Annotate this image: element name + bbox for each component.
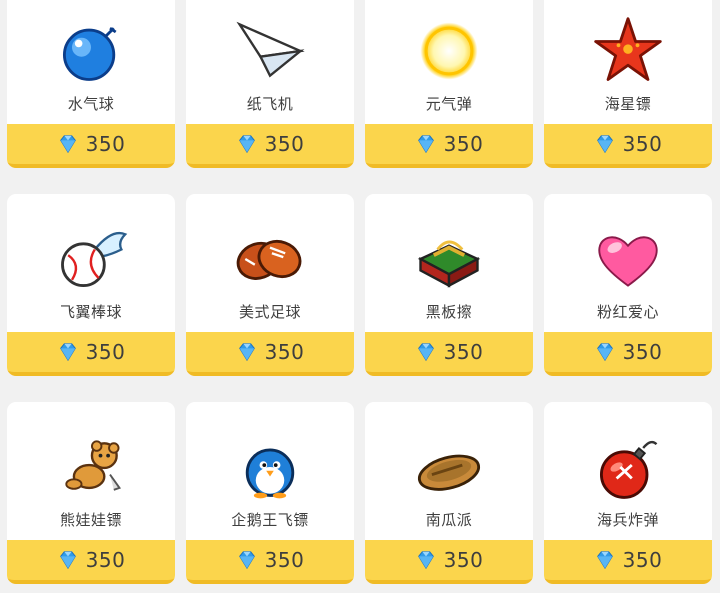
diamond-gem-icon [59,551,76,570]
item-price: 350 [85,548,126,573]
item-name: 元气弹 [425,94,473,113]
diamond-gem-icon [417,343,434,362]
price-button[interactable]: 350 [7,540,175,584]
item-icon-area [365,194,533,297]
item-price: 350 [622,340,663,365]
starfish-dart-icon [594,17,662,81]
energy-ball-icon [420,22,478,80]
pink-heart-icon [598,236,658,287]
diamond-gem-icon [59,135,76,154]
item-name: 南瓜派 [425,510,473,529]
shop-item-card[interactable]: 海兵炸弹 350 [544,402,712,584]
item-price: 350 [264,132,305,157]
item-icon-area [365,402,533,505]
item-name: 水气球 [67,94,115,113]
item-icon-area [7,402,175,505]
diamond-gem-icon [596,135,613,154]
item-name: 熊娃娃镖 [59,510,122,529]
price-button[interactable]: 350 [7,124,175,168]
item-icon-area [544,402,712,505]
item-icon-area [544,194,712,297]
item-price: 350 [264,340,305,365]
price-button[interactable]: 350 [186,124,354,168]
price-button[interactable]: 350 [7,332,175,376]
price-button[interactable]: 350 [186,540,354,584]
pumpkin-pie-icon [417,454,481,491]
item-icon-area [186,0,354,89]
item-icon-area [186,402,354,505]
item-name: 黑板擦 [425,302,473,321]
item-icon-area [186,194,354,297]
item-price: 350 [264,548,305,573]
item-price: 350 [622,132,663,157]
shop-item-card[interactable]: 熊娃娃镖 350 [7,402,175,584]
shop-item-card[interactable]: 飞翼棒球 350 [7,194,175,376]
marine-bomb-icon [599,440,658,499]
item-name: 粉红爱心 [596,302,659,321]
shop-item-card[interactable]: 纸飞机 350 [186,0,354,168]
winged-baseball-icon [61,231,128,287]
item-price: 350 [622,548,663,573]
diamond-gem-icon [417,135,434,154]
shop-item-card[interactable]: 海星镖 350 [544,0,712,168]
water-balloon-icon [62,26,117,81]
item-icon-area [7,194,175,297]
item-price: 350 [85,340,126,365]
shop-item-card[interactable]: 南瓜派 350 [365,402,533,584]
item-name: 企鹅王飞镖 [231,510,309,529]
price-button[interactable]: 350 [365,540,533,584]
price-button[interactable]: 350 [544,540,712,584]
diamond-gem-icon [59,343,76,362]
shop-item-card[interactable]: 元气弹 350 [365,0,533,168]
item-grid: 水气球 350 纸飞机 350 元气弹 350 海星镖 350 飞翼棒球 350… [7,0,712,584]
shop-item-card[interactable]: 水气球 350 [7,0,175,168]
item-icon-area [7,0,175,89]
shop-item-card[interactable]: 美式足球 350 [186,194,354,376]
penguin-king-dart-icon [245,440,301,499]
price-button[interactable]: 350 [365,332,533,376]
diamond-gem-icon [238,135,255,154]
paper-plane-icon [236,21,305,78]
diamond-gem-icon [596,551,613,570]
item-name: 飞翼棒球 [59,302,122,321]
shop-item-card[interactable]: 企鹅王飞镖 350 [186,402,354,584]
item-price: 350 [85,132,126,157]
american-football-icon [236,239,302,280]
teddy-bear-dart-icon [65,440,122,491]
price-button[interactable]: 350 [544,124,712,168]
price-button[interactable]: 350 [186,332,354,376]
item-price: 350 [443,548,484,573]
item-name: 海兵炸弹 [596,510,659,529]
diamond-gem-icon [238,343,255,362]
item-name: 美式足球 [238,302,301,321]
item-icon-area [544,0,712,89]
item-name: 海星镖 [604,94,652,113]
item-price: 350 [443,340,484,365]
blackboard-eraser-icon [417,240,481,288]
shop-item-card[interactable]: 粉红爱心 350 [544,194,712,376]
price-button[interactable]: 350 [365,124,533,168]
price-button[interactable]: 350 [544,332,712,376]
diamond-gem-icon [417,551,434,570]
shop-item-card[interactable]: 黑板擦 350 [365,194,533,376]
item-icon-area [365,0,533,89]
diamond-gem-icon [238,551,255,570]
diamond-gem-icon [596,343,613,362]
item-name: 纸飞机 [246,94,294,113]
item-price: 350 [443,132,484,157]
